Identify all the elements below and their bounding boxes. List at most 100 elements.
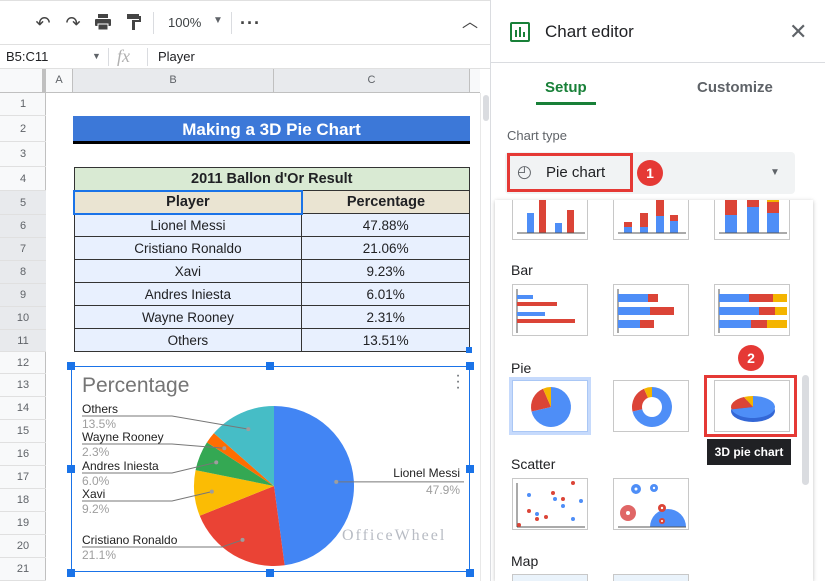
resize-handle[interactable] xyxy=(466,362,474,370)
row-header[interactable]: 17 xyxy=(0,466,46,489)
chart-option-bar[interactable] xyxy=(512,284,588,336)
table-title-cell[interactable]: 2011 Ballon d'Or Result xyxy=(73,167,470,191)
chart-option-geo-markers[interactable] xyxy=(613,574,689,581)
chart-option-geo[interactable] xyxy=(512,574,588,581)
column-header-c[interactable]: C xyxy=(274,69,470,92)
print-icon[interactable] xyxy=(93,13,113,33)
resize-handle[interactable] xyxy=(266,569,274,577)
row-header[interactable]: 20 xyxy=(0,535,46,558)
resize-handle[interactable] xyxy=(466,569,474,577)
table-row: Others 13.51% xyxy=(73,328,470,352)
slice-label-percent: 6.0% xyxy=(82,474,110,488)
resize-handle[interactable] xyxy=(266,362,274,370)
paint-format-icon[interactable] xyxy=(124,13,144,33)
row-header[interactable]: 21 xyxy=(0,558,46,581)
table-row: Xavi 9.23% xyxy=(73,259,470,283)
chart-option-scatter[interactable] xyxy=(512,478,588,530)
active-tab-indicator xyxy=(536,102,596,105)
row-header[interactable]: 6 xyxy=(0,215,46,238)
chart-option-bubble[interactable] xyxy=(613,478,689,530)
percentage-cell[interactable]: 21.06% xyxy=(301,236,470,260)
player-cell[interactable]: Cristiano Ronaldo xyxy=(73,236,303,260)
row-header[interactable]: 12 xyxy=(0,352,46,374)
close-icon[interactable]: ✕ xyxy=(789,19,807,45)
row-header[interactable]: 1 xyxy=(0,93,46,116)
divider xyxy=(147,48,148,66)
formula-bar: B5:C11 ▼ fx Player xyxy=(0,44,490,69)
resize-handle[interactable] xyxy=(67,362,75,370)
select-all-corner[interactable] xyxy=(0,69,46,92)
player-cell[interactable]: Wayne Rooney xyxy=(73,305,303,329)
row-header[interactable]: 14 xyxy=(0,397,46,420)
selection-fill-handle[interactable] xyxy=(466,347,472,353)
pie-chart[interactable]: Percentage · · · Lionel Messi 47.9% Cristian… xyxy=(71,366,470,572)
chevron-down-icon[interactable]: ▼ xyxy=(770,167,780,178)
chevron-down-icon[interactable]: ▼ xyxy=(92,51,101,61)
player-cell[interactable]: Others xyxy=(73,328,303,352)
label-anchor-dot xyxy=(334,479,339,484)
row-header[interactable]: 3 xyxy=(0,142,46,167)
chart-option-column[interactable] xyxy=(512,200,588,240)
header-percentage[interactable]: Percentage xyxy=(301,190,470,214)
column-header-a[interactable]: A xyxy=(46,69,73,92)
tab-setup[interactable]: Setup xyxy=(545,79,587,96)
name-box[interactable]: B5:C11 xyxy=(6,49,48,64)
slice-label-percent: 9.2% xyxy=(82,502,110,516)
chart-option-donut[interactable] xyxy=(613,380,689,432)
undo-icon[interactable]: ↶ xyxy=(33,13,53,33)
chart-editor-panel: Chart editor ✕ Setup Customize Chart typ… xyxy=(490,0,825,581)
percentage-cell[interactable]: 13.51% xyxy=(301,328,470,352)
list-scrollbar[interactable] xyxy=(802,375,809,485)
slice-label-name: Xavi xyxy=(82,487,106,501)
row-header[interactable]: 8 xyxy=(0,261,46,284)
row-header[interactable]: 10 xyxy=(0,307,46,330)
chart-option-100-stacked-column[interactable] xyxy=(714,200,790,240)
row-header[interactable]: 7 xyxy=(0,238,46,261)
percentage-cell[interactable]: 2.31% xyxy=(301,305,470,329)
section-pie: Pie xyxy=(511,360,532,376)
chart-option-pie[interactable] xyxy=(509,377,591,435)
tab-customize[interactable]: Customize xyxy=(697,79,773,96)
slice-label-name: Cristiano Ronaldo xyxy=(82,533,178,547)
chart-option-stacked-column[interactable] xyxy=(613,200,689,240)
percentage-cell[interactable]: 47.88% xyxy=(301,213,470,237)
row-header[interactable]: 5 xyxy=(0,191,46,215)
table-row: Wayne Rooney 2.31% xyxy=(73,305,470,329)
sheet-vertical-scrollbar[interactable] xyxy=(480,93,490,581)
row-header[interactable]: 19 xyxy=(0,512,46,535)
row-header[interactable]: 18 xyxy=(0,489,46,512)
chart-option-100-stacked-bar[interactable] xyxy=(714,284,790,336)
player-cell[interactable]: Andres Iniesta xyxy=(73,282,303,306)
row-header[interactable]: 15 xyxy=(0,420,46,443)
label-anchor-dot xyxy=(240,537,245,542)
row-header[interactable]: 13 xyxy=(0,374,46,397)
slice-label-name: Lionel Messi xyxy=(393,465,460,480)
player-cell[interactable]: Lionel Messi xyxy=(73,213,303,237)
chart-option-stacked-bar[interactable] xyxy=(613,284,689,336)
player-cell[interactable]: Xavi xyxy=(73,259,303,283)
row-header[interactable]: 16 xyxy=(0,443,46,466)
row-header[interactable]: 2 xyxy=(0,116,46,142)
section-bar: Bar xyxy=(511,262,533,278)
zoom-select[interactable]: 100% xyxy=(168,15,201,30)
row-header[interactable]: 11 xyxy=(0,330,46,352)
resize-handle[interactable] xyxy=(466,465,474,473)
chevron-down-icon[interactable]: ▼ xyxy=(213,15,223,26)
scrollbar-thumb[interactable] xyxy=(483,95,489,121)
resize-handle[interactable] xyxy=(67,569,75,577)
header-player[interactable]: Player xyxy=(73,189,303,215)
column-header-b[interactable]: B xyxy=(73,69,274,92)
chart-type-value[interactable]: Pie chart xyxy=(546,164,605,181)
percentage-cell[interactable]: 6.01% xyxy=(301,282,470,306)
percentage-cell[interactable]: 9.23% xyxy=(301,259,470,283)
highlight-box xyxy=(704,375,797,437)
sheet-title-cell[interactable]: Making a 3D Pie Chart xyxy=(73,116,470,144)
section-scatter: Scatter xyxy=(511,456,556,472)
formula-input[interactable]: Player xyxy=(158,49,195,64)
more-horizontal-icon[interactable]: ··· xyxy=(240,13,260,33)
chevron-up-icon[interactable]: ︿ xyxy=(460,13,480,33)
redo-icon[interactable]: ↷ xyxy=(63,13,83,33)
row-header[interactable]: 9 xyxy=(0,284,46,307)
row-header[interactable]: 4 xyxy=(0,167,46,191)
resize-handle[interactable] xyxy=(67,465,75,473)
